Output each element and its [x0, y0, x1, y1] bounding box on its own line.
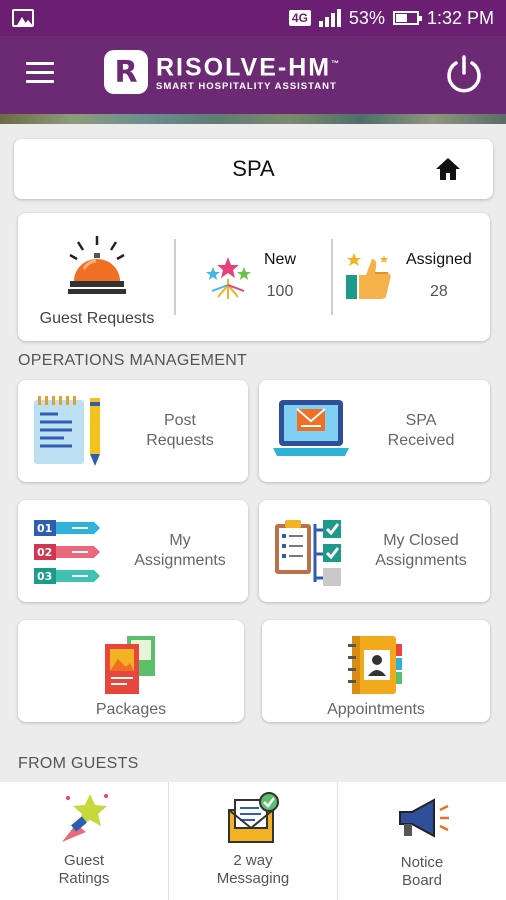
laptop-mail-icon	[273, 400, 349, 456]
two-way-messaging-item[interactable]: 2 way Messaging	[169, 782, 338, 900]
battery-percent: 53%	[348, 7, 385, 28]
menu-icon[interactable]	[26, 62, 54, 84]
appointments-label: Appointments	[327, 701, 425, 718]
logo-title: RISOLVE-HM	[156, 53, 332, 82]
notice-board-item[interactable]: Notice Board	[338, 782, 506, 900]
packages-label: Packages	[95, 701, 167, 718]
clock: 1:32 PM	[426, 7, 494, 28]
power-icon[interactable]	[444, 54, 484, 94]
my-closed-assignments-tile[interactable]: My Closed Assignments	[259, 500, 490, 602]
status-bar: 4G 53% 1:32 PM	[0, 0, 506, 36]
requests-summary-card: Guest Requests New 100 Assigned 28	[18, 213, 490, 341]
messaging-label: 2 way Messaging	[216, 852, 290, 887]
service-bell-icon	[68, 236, 126, 294]
list-badge-1: 01	[37, 522, 52, 535]
guest-ratings-item[interactable]: Guest Ratings	[0, 782, 169, 900]
trademark: ™	[331, 59, 342, 69]
app-bar: R RISOLVE-HM™ SMART HOSPITALITY ASSISTAN…	[0, 36, 506, 114]
post-requests-tile[interactable]: Post Requests	[18, 380, 248, 482]
assigned-requests-stat[interactable]: Assigned 28	[406, 251, 472, 301]
gallery-notification-icon	[12, 9, 34, 27]
post-requests-label: Post Requests	[146, 412, 214, 449]
my-assignments-label: My Assignments	[134, 532, 226, 569]
spa-received-label: SPA Received	[387, 412, 455, 449]
address-book-icon	[348, 636, 402, 694]
banner-strip	[0, 114, 506, 124]
photo-album-icon	[105, 636, 155, 694]
page-title: SPA	[232, 156, 275, 181]
from-guests-bar: Guest Ratings 2 way Messaging Notice Boa…	[0, 782, 506, 900]
list-badge-3: 03	[37, 570, 52, 583]
battery-icon	[392, 11, 422, 25]
divider	[331, 239, 333, 315]
numbered-list-icon: 01 02 03	[34, 520, 100, 584]
logo-mark: R	[104, 50, 148, 94]
list-badge-2: 02	[37, 546, 52, 559]
fireworks-icon	[206, 257, 251, 299]
logo-subtitle: SMART HOSPITALITY ASSISTANT	[156, 80, 337, 92]
my-closed-assignments-label: My Closed Assignments	[375, 532, 467, 569]
message-envelope-icon	[228, 792, 279, 843]
guest-requests-label: Guest Requests	[39, 310, 155, 327]
notice-board-label: Notice Board	[400, 854, 444, 889]
checklist-icon	[275, 520, 341, 586]
guest-requests-stat[interactable]: Guest Requests	[32, 233, 162, 328]
thumbs-up-icon	[346, 253, 391, 299]
divider	[174, 239, 176, 315]
new-count: 100	[266, 283, 294, 300]
assigned-label: Assigned	[406, 251, 472, 268]
my-assignments-tile[interactable]: 01 02 03 My Assignments	[18, 500, 248, 602]
app-logo: R RISOLVE-HM™ SMART HOSPITALITY ASSISTAN…	[104, 50, 341, 94]
spa-received-tile[interactable]: SPA Received	[259, 380, 490, 482]
packages-tile[interactable]: Packages	[18, 620, 244, 722]
section-operations-management: OPERATIONS MANAGEMENT	[18, 352, 248, 369]
assigned-count: 28	[430, 283, 448, 300]
new-requests-stat[interactable]: New 100	[264, 251, 296, 301]
notepad-pencil-icon	[34, 396, 100, 466]
appointments-tile[interactable]: Appointments	[262, 620, 490, 722]
star-rating-icon	[62, 794, 108, 842]
new-label: New	[264, 251, 297, 268]
department-header: SPA	[14, 139, 493, 199]
home-icon[interactable]	[435, 157, 461, 181]
section-from-guests: FROM GUESTS	[18, 755, 139, 772]
guest-ratings-label: Guest Ratings	[58, 852, 110, 887]
megaphone-icon	[399, 798, 449, 838]
network-type-badge: 4G	[288, 10, 311, 26]
signal-icon	[318, 9, 341, 27]
